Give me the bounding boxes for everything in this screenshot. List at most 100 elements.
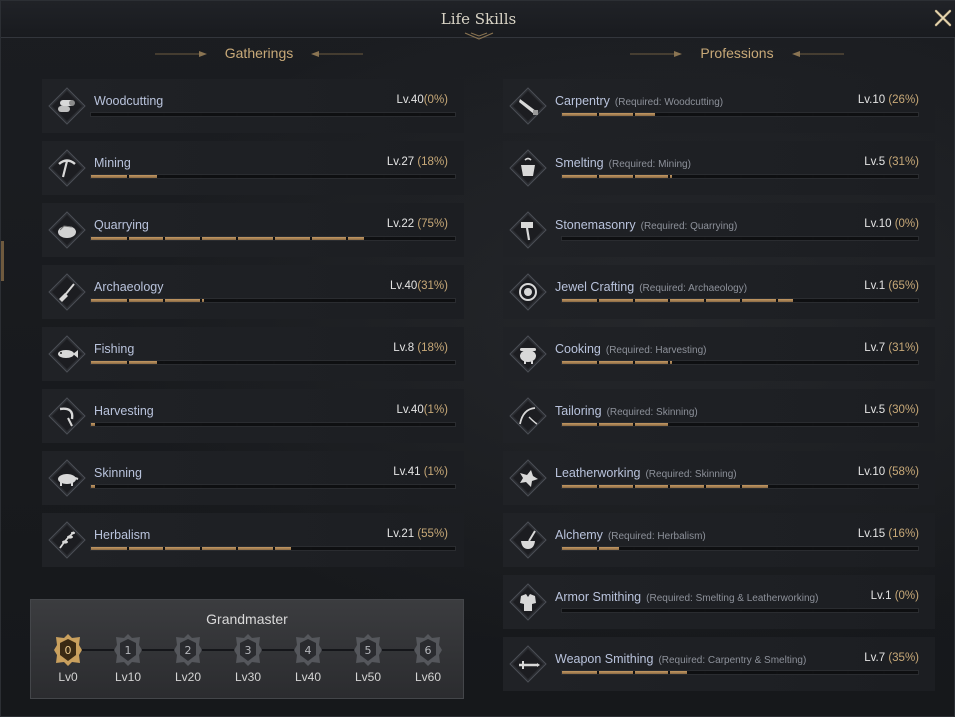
boar-icon (48, 459, 86, 497)
progress-segment-divider (847, 113, 850, 116)
heading-ornament-icon (311, 51, 364, 58)
progress-segment-divider (740, 299, 742, 302)
skill-name-label: Alchemy (555, 528, 603, 542)
progress-segment-divider (382, 423, 385, 426)
progress-segment-divider (309, 237, 312, 240)
skill-name: Tailoring (Required: Skinning) (555, 404, 698, 418)
progress-segment-divider (309, 547, 312, 550)
skill-row-leatherworking[interactable]: Leatherworking (Required: Skinning) Lv.10 … (503, 451, 935, 505)
progress-segment-divider (346, 361, 349, 364)
skill-name: Herbalism (94, 528, 150, 542)
progress-segment-divider (199, 175, 202, 178)
skill-icon (48, 87, 86, 125)
grandmaster-node-3[interactable]: 3 (233, 633, 263, 667)
progress-segment-divider (273, 237, 275, 240)
grandmaster-node-number: 3 (245, 644, 252, 657)
progress-segment-divider (883, 113, 886, 116)
progress-segment-divider (419, 299, 422, 302)
grandmaster-node-number: 1 (125, 644, 132, 657)
progress-segment-divider (163, 423, 166, 426)
progress-segment-divider (199, 485, 202, 488)
skill-row-harvesting[interactable]: Harvesting Lv.40(1%) (42, 389, 464, 443)
grandmaster-node-5[interactable]: 5 (353, 633, 383, 667)
skill-level-percent: (75%) (414, 218, 448, 230)
grandmaster-node-number: 4 (305, 644, 312, 657)
progress-segment-divider (419, 237, 422, 240)
progress-segment-divider (632, 609, 635, 612)
skill-level-value: Lv.5 (864, 404, 886, 416)
progress-segment-divider (883, 547, 886, 550)
progress-segment-divider (419, 485, 422, 488)
skill-name: Archaeology (94, 280, 164, 294)
progress-segment-divider (163, 113, 166, 116)
grandmaster-node-6[interactable]: 6 (413, 633, 443, 667)
progress-segment-divider (883, 485, 886, 488)
skill-level-value: Lv.41 (393, 466, 421, 478)
skill-progress-bar (561, 236, 919, 241)
grandmaster-level-label: Lv60 (414, 670, 442, 684)
progress-segment-divider (596, 361, 599, 364)
skill-progress-bar (90, 298, 456, 303)
skill-row-herbalism[interactable]: Herbalism Lv.21 (55%) (42, 513, 464, 567)
skill-row-stonemasonry[interactable]: Stonemasonry (Required: Quarrying) Lv.10 (… (503, 203, 935, 257)
skill-row-armor-smithing[interactable]: Armor Smithing (Required: Smelting & Leat… (503, 575, 935, 629)
progress-segment-divider (236, 113, 239, 116)
progress-segment-divider (273, 299, 275, 302)
progress-segment-divider (309, 485, 312, 488)
progress-segment-divider (273, 485, 275, 488)
skill-row-woodcutting[interactable]: Woodcutting Lv.40(0%) (42, 79, 464, 133)
skill-row-cooking[interactable]: Cooking (Required: Harvesting) Lv.7 (31%) (503, 327, 935, 381)
skill-level-value: Lv.1 (870, 590, 892, 602)
progress-segment-divider (847, 299, 850, 302)
skill-name-label: Fishing (94, 342, 135, 356)
pickaxe-icon (48, 149, 86, 187)
skill-level-value: Lv.7 (864, 652, 886, 664)
skill-level: Lv.7 (31%) (864, 342, 919, 354)
progress-segment-divider (273, 547, 275, 550)
shield-badge-icon: 5 (354, 634, 382, 666)
progress-segment-divider (668, 361, 671, 364)
skill-row-quarrying[interactable]: Quarrying Lv.22 (75%) (42, 203, 464, 257)
skill-row-skinning[interactable]: Skinning Lv.41 (1%) (42, 451, 464, 505)
progress-segment-divider (811, 299, 814, 302)
skill-row-mining[interactable]: Mining Lv.27 (18%) (42, 141, 464, 195)
skill-row-archaeology[interactable]: Archaeology Lv.40(31%) (42, 265, 464, 319)
skill-row-weapon-smithing[interactable]: Weapon Smithing (Required: Carpentry & Sm… (503, 637, 935, 691)
skill-progress-fill (91, 485, 95, 488)
skill-row-fishing[interactable]: Fishing Lv.8 (18%) (42, 327, 464, 381)
grandmaster-level-label: Lv10 (114, 670, 142, 684)
skill-name-label: Skinning (94, 466, 142, 480)
skill-row-alchemy[interactable]: Alchemy (Required: Herbalism) Lv.15 (16%) (503, 513, 935, 567)
skill-level: Lv.22 (75%) (387, 218, 448, 230)
skill-level-percent: (31%) (417, 280, 448, 292)
grandmaster-node-1[interactable]: 1 (113, 633, 143, 667)
progress-segment-divider (740, 113, 742, 116)
grandmaster-node-number: 0 (65, 644, 72, 657)
skill-name-label: Armor Smithing (555, 590, 642, 604)
skill-row-smelting[interactable]: Smelting (Required: Mining) Lv.5 (31%) (503, 141, 935, 195)
skill-name-label: Carpentry (555, 94, 610, 108)
progress-segment-divider (163, 237, 166, 240)
progress-segment-divider (704, 175, 707, 178)
progress-segment-divider (596, 423, 599, 426)
heading-ornament-icon (791, 51, 844, 58)
skill-level: Lv.21 (55%) (387, 528, 448, 540)
skill-level-value: Lv.10 (857, 466, 886, 478)
close-button[interactable] (932, 7, 954, 29)
needle-icon (509, 397, 547, 435)
skill-level: Lv.5 (31%) (864, 156, 919, 168)
grandmaster-node-0[interactable]: 0 (53, 633, 83, 667)
progress-segment-divider (419, 175, 422, 178)
grandmaster-node-4[interactable]: 4 (293, 633, 323, 667)
skill-row-tailoring[interactable]: Tailoring (Required: Skinning) Lv.5 (30%) (503, 389, 935, 443)
skill-row-jewel-crafting[interactable]: Jewel Crafting (Required: Archaeology) Lv.… (503, 265, 935, 319)
skill-name-label: Mining (94, 156, 131, 170)
progress-segment-divider (309, 113, 312, 116)
progress-segment-divider (883, 175, 886, 178)
skill-name-label: Weapon Smithing (555, 652, 654, 666)
skill-row-carpentry[interactable]: Carpentry (Required: Woodcutting) Lv.10 (2… (503, 79, 935, 133)
progress-segment-divider (883, 299, 886, 302)
skill-level-value: Lv.15 (857, 528, 886, 540)
progress-segment-divider (126, 175, 129, 178)
grandmaster-node-2[interactable]: 2 (173, 633, 203, 667)
